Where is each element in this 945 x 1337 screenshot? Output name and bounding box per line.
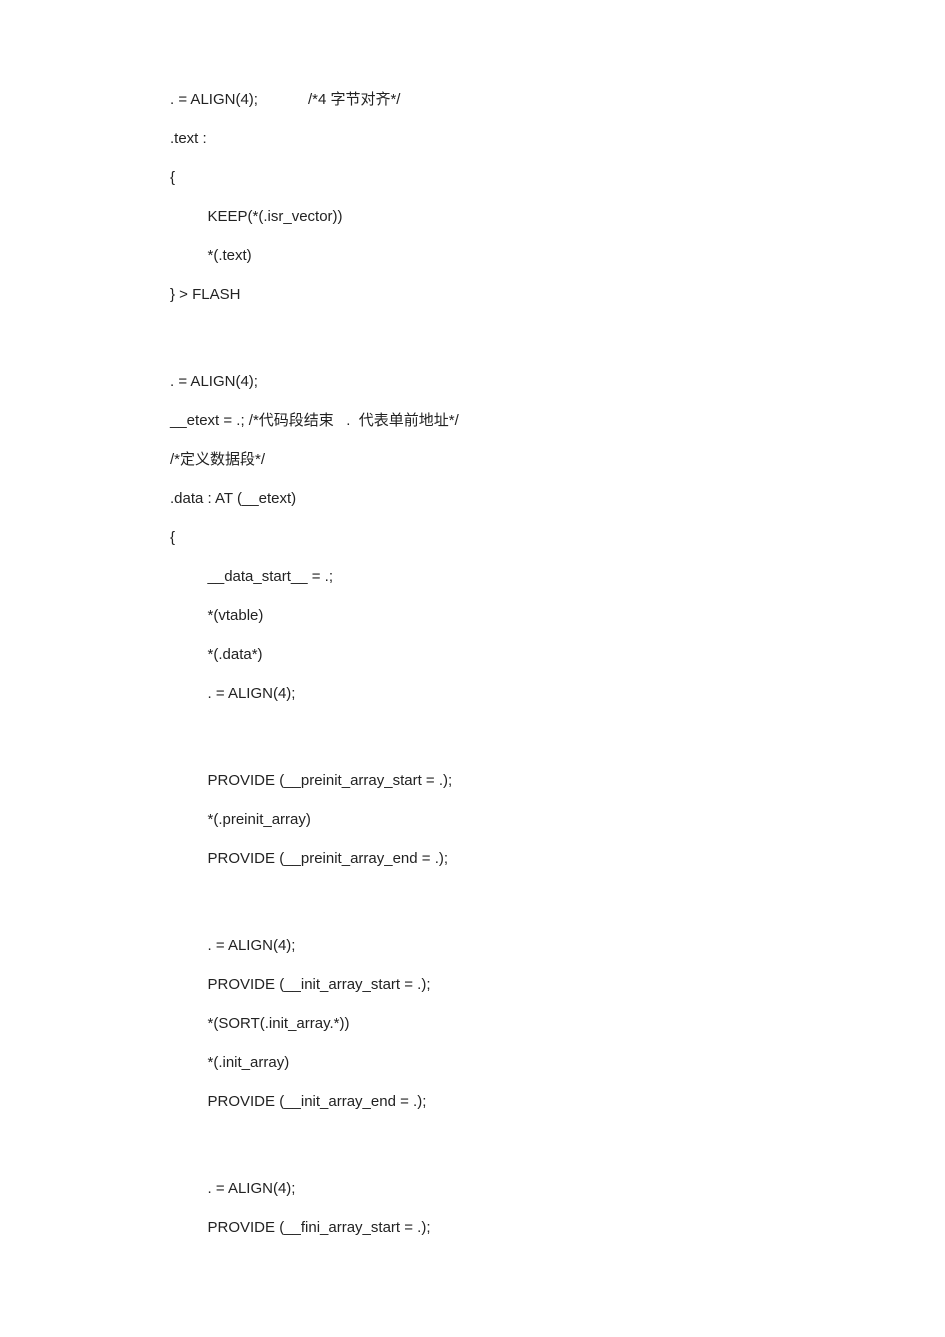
code-line: PROVIDE (__fini_array_start = .);	[170, 1220, 795, 1235]
code-line: /*定义数据段*/	[170, 452, 795, 467]
blank-line	[170, 890, 795, 914]
code-line: *(vtable)	[170, 608, 795, 623]
code-line: . = ALIGN(4);	[170, 686, 795, 701]
code-line: KEEP(*(.isr_vector))	[170, 209, 795, 224]
code-line: PROVIDE (__init_array_start = .);	[170, 977, 795, 992]
code-line: .text :	[170, 131, 795, 146]
code-line: __data_start__ = .;	[170, 569, 795, 584]
document-page: . = ALIGN(4); /*4 字节对齐*/ .text : { KEEP(…	[0, 0, 945, 1337]
blank-line	[170, 326, 795, 350]
code-line: *(.preinit_array)	[170, 812, 795, 827]
code-line: . = ALIGN(4);	[170, 938, 795, 953]
code-line: .data : AT (__etext)	[170, 491, 795, 506]
code-line: __etext = .; /*代码段结束 . 代表单前地址*/	[170, 413, 795, 428]
code-line: *(.data*)	[170, 647, 795, 662]
code-line: PROVIDE (__preinit_array_end = .);	[170, 851, 795, 866]
blank-line	[170, 725, 795, 749]
code-line: *(.text)	[170, 248, 795, 263]
code-line: {	[170, 530, 795, 545]
code-line: {	[170, 170, 795, 185]
code-line: *(SORT(.init_array.*))	[170, 1016, 795, 1031]
code-line: } > FLASH	[170, 287, 795, 302]
code-line: . = ALIGN(4); /*4 字节对齐*/	[170, 92, 795, 107]
code-line: PROVIDE (__init_array_end = .);	[170, 1094, 795, 1109]
blank-line	[170, 1133, 795, 1157]
code-line: *(.init_array)	[170, 1055, 795, 1070]
code-line: PROVIDE (__preinit_array_start = .);	[170, 773, 795, 788]
code-line: . = ALIGN(4);	[170, 1181, 795, 1196]
code-line: . = ALIGN(4);	[170, 374, 795, 389]
